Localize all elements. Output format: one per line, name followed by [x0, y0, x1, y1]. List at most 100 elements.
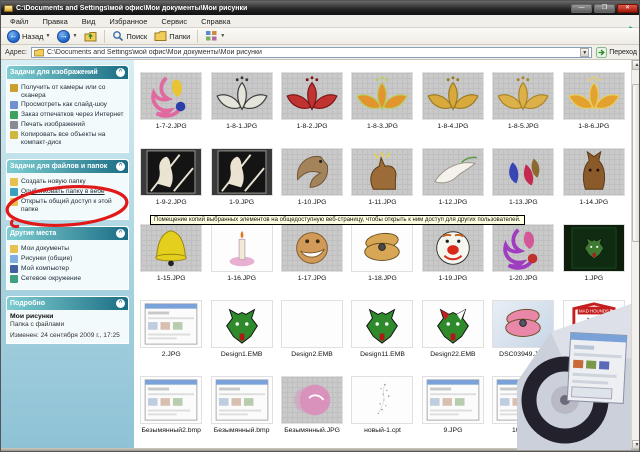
- thumbnail-image[interactable]: MAD HOUNDS: [562, 300, 625, 348]
- menu-item-Правка[interactable]: Правка: [35, 17, 74, 26]
- thumbnail-image[interactable]: [140, 148, 203, 196]
- file-thumbnail[interactable]: 1-8-1.JPG: [206, 67, 276, 143]
- file-thumbnail[interactable]: 1-8-5.JPG: [488, 67, 558, 143]
- thumbnail-image[interactable]: [210, 148, 273, 196]
- thumbnail-image[interactable]: [210, 224, 273, 272]
- file-thumbnail[interactable]: 1-9.JPG: [206, 143, 276, 219]
- search-button[interactable]: Поиск: [110, 29, 149, 43]
- thumbnail-image[interactable]: [140, 300, 203, 348]
- thumbnail-image[interactable]: [210, 72, 273, 120]
- thumbnail-image[interactable]: [492, 224, 555, 272]
- file-thumbnail[interactable]: 1-8-6.JPG: [559, 67, 629, 143]
- thumbnail-image[interactable]: [351, 224, 414, 272]
- file-thumbnail[interactable]: 9.JPG: [418, 371, 488, 447]
- thumbnail-image[interactable]: [492, 72, 555, 120]
- file-thumbnail[interactable]: 1-16.JPG: [206, 219, 276, 295]
- back-button[interactable]: ← Назад ▼: [5, 29, 52, 44]
- thumbnail-image[interactable]: [281, 148, 344, 196]
- menu-item-Избранное[interactable]: Избранное: [102, 17, 154, 26]
- file-thumbnail[interactable]: 1-8-2.JPG: [277, 67, 347, 143]
- file-thumbnail[interactable]: Design11.EMB: [347, 295, 417, 371]
- menu-item-Сервис[interactable]: Сервис: [154, 17, 194, 26]
- thumbnail-image[interactable]: [351, 72, 414, 120]
- file-thumbnail[interactable]: Безымянный2.bmp: [136, 371, 206, 447]
- file-thumbnail[interactable]: 1-10.JPG: [277, 143, 347, 219]
- sidebar-item[interactable]: Копировать все объекты на компакт-диск: [10, 131, 126, 146]
- file-thumbnail[interactable]: Безымянный.bmp: [206, 371, 276, 447]
- thumbnail-image[interactable]: [562, 148, 625, 196]
- sidebar-item[interactable]: Создать новую папку: [10, 178, 126, 187]
- file-thumbnail[interactable]: 1-14.JPG: [559, 143, 629, 219]
- chevron-up-icon[interactable]: ^: [116, 299, 125, 309]
- thumbnail-image[interactable]: [492, 148, 555, 196]
- thumbnail-image[interactable]: [351, 376, 414, 424]
- chevron-up-icon[interactable]: ^: [116, 229, 125, 239]
- close-button[interactable]: ✕: [617, 3, 638, 13]
- file-thumbnail[interactable]: 1.JPG: [559, 219, 629, 295]
- other-places-panel-header[interactable]: Другие места ^: [7, 227, 128, 241]
- sidebar-item[interactable]: Просмотреть как слайд-шоу: [10, 101, 126, 110]
- menu-item-Справка[interactable]: Справка: [194, 17, 237, 26]
- scroll-thumb[interactable]: [632, 84, 639, 242]
- menu-item-Файл[interactable]: Файл: [3, 17, 35, 26]
- sidebar-item[interactable]: Открыть общий доступ к этой папке: [10, 198, 126, 213]
- thumbnail-image[interactable]: [140, 72, 203, 120]
- file-thumbnail[interactable]: Безымянный.JPG: [277, 371, 347, 447]
- sidebar-item[interactable]: Рисунки (общие): [10, 255, 126, 264]
- sidebar-item[interactable]: Заказ отпечатков через Интернет: [10, 111, 126, 120]
- thumbnail-image[interactable]: [421, 300, 484, 348]
- file-thumbnail[interactable]: DSC03949.JPG: [488, 295, 558, 371]
- thumbnail-image[interactable]: [351, 148, 414, 196]
- thumbnail-image[interactable]: [210, 300, 273, 348]
- thumbnail-image[interactable]: [421, 224, 484, 272]
- menu-item-Вид[interactable]: Вид: [75, 17, 103, 26]
- file-thumbnail[interactable]: 2.JPG: [136, 295, 206, 371]
- file-thumbnail[interactable]: 10.JPG: [488, 371, 558, 447]
- file-thumbnail[interactable]: 1-19.JPG: [418, 219, 488, 295]
- sidebar-item[interactable]: Опубликовать папку в вебе: [10, 188, 126, 197]
- chevron-up-icon[interactable]: ^: [116, 162, 125, 172]
- picture-tasks-panel-header[interactable]: Задачи для изображений ^: [7, 66, 128, 79]
- thumbnail-image[interactable]: [562, 224, 625, 272]
- file-tasks-panel-header[interactable]: Задачи для файлов и папок ^: [7, 160, 128, 174]
- title-bar[interactable]: C:\Documents and Settings\мой офис\Мои д…: [1, 1, 639, 15]
- up-button[interactable]: [82, 29, 99, 44]
- thumbnail-image[interactable]: [421, 148, 484, 196]
- forward-dropdown-icon[interactable]: ▼: [72, 33, 77, 39]
- file-thumbnail[interactable]: 1-20.JPG: [488, 219, 558, 295]
- file-thumbnail[interactable]: 1-12.JPG: [418, 143, 488, 219]
- scroll-up-button[interactable]: ▲: [632, 60, 639, 70]
- sidebar-item[interactable]: Получить от камеры или со сканера: [10, 84, 126, 99]
- file-thumbnail[interactable]: 1-13.JPG: [488, 143, 558, 219]
- file-thumbnail[interactable]: 1-18.JPG: [347, 219, 417, 295]
- views-dropdown-icon[interactable]: ▼: [220, 33, 225, 39]
- sidebar-item[interactable]: Мои документы: [10, 245, 126, 254]
- address-dropdown-icon[interactable]: ▼: [580, 47, 590, 57]
- file-thumbnail[interactable]: Design22.EMB: [418, 295, 488, 371]
- thumbnail-image[interactable]: [281, 300, 344, 348]
- thumbnail-image[interactable]: [281, 72, 344, 120]
- file-thumbnail[interactable]: 1-9-2.JPG: [136, 143, 206, 219]
- sidebar-item[interactable]: Мой компьютер: [10, 265, 126, 274]
- folders-button[interactable]: Папки: [152, 29, 192, 43]
- back-dropdown-icon[interactable]: ▼: [46, 33, 51, 39]
- file-thumbnail[interactable]: MAD HOUNDS goncaya.EMB: [559, 295, 629, 371]
- thumbnail-image[interactable]: [210, 376, 273, 424]
- vertical-scrollbar[interactable]: ▲ ▼: [631, 60, 639, 450]
- file-thumbnail[interactable]: 1-7-2.JPG: [136, 67, 206, 143]
- views-button[interactable]: ▼: [203, 29, 227, 43]
- address-input[interactable]: C:\Documents and Settings\мой офис\Мои д…: [30, 46, 593, 58]
- sidebar-item[interactable]: Сетевое окружение: [10, 275, 126, 284]
- thumbnail-image[interactable]: [492, 376, 555, 424]
- thumbnail-image[interactable]: [140, 376, 203, 424]
- chevron-up-icon[interactable]: ^: [116, 68, 125, 77]
- file-thumbnail[interactable]: Design1.EMB: [206, 295, 276, 371]
- forward-button[interactable]: → ▼: [55, 29, 79, 44]
- thumbnail-image[interactable]: [421, 72, 484, 120]
- file-thumbnail[interactable]: Design2.EMB: [277, 295, 347, 371]
- file-thumbnail[interactable]: 1-11.JPG: [347, 143, 417, 219]
- details-panel-header[interactable]: Подробно ^: [7, 297, 128, 311]
- sidebar-item[interactable]: Печать изображений: [10, 121, 126, 130]
- thumbnail-image[interactable]: [281, 224, 344, 272]
- thumbnail-image[interactable]: [140, 224, 203, 272]
